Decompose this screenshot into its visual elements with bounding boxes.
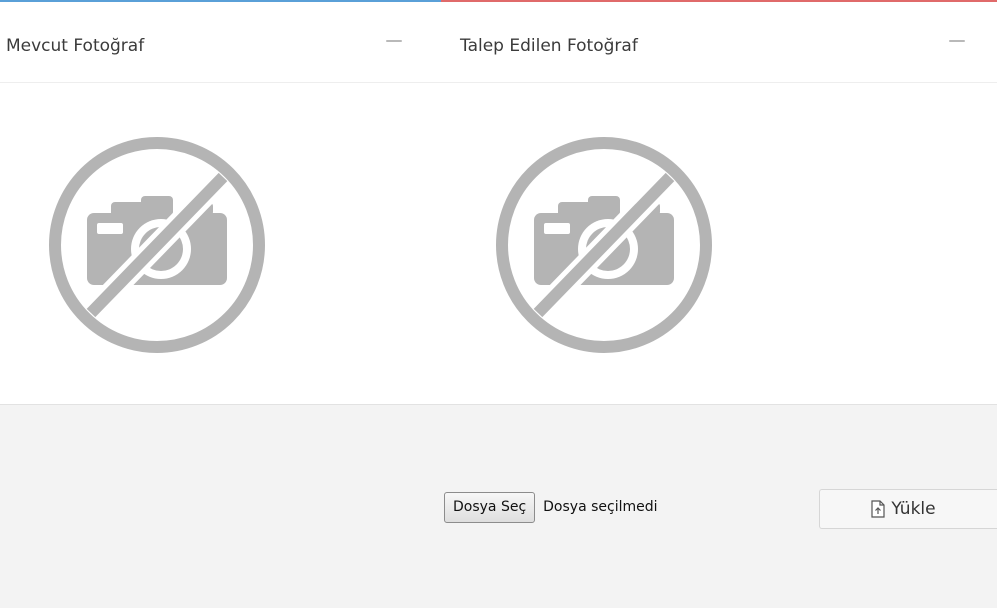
panel-title: Talep Edilen Fotoğraf (460, 36, 638, 56)
upload-button[interactable]: Yükle (819, 489, 997, 529)
collapse-button[interactable] (940, 26, 974, 56)
requested-photo-panel: Talep Edilen Fotoğraf (441, 0, 997, 405)
collapse-button[interactable] (377, 26, 411, 56)
current-photo-panel: Mevcut Fotoğraf (0, 0, 441, 405)
file-status-text: Dosya seçilmedi (543, 499, 658, 515)
panel-header: Talep Edilen Fotoğraf (441, 2, 997, 83)
no-photo-icon (496, 137, 712, 353)
panel-header: Mevcut Fotoğraf (0, 2, 441, 83)
no-photo-icon (49, 137, 265, 353)
upload-label: Yükle (891, 499, 936, 519)
file-input: Dosya Seç Dosya seçilmedi (444, 491, 658, 523)
minus-icon (386, 40, 402, 42)
panel-title: Mevcut Fotoğraf (6, 36, 145, 56)
minus-icon (949, 40, 965, 42)
file-upload-icon (871, 500, 885, 518)
choose-file-button[interactable]: Dosya Seç (444, 491, 536, 523)
